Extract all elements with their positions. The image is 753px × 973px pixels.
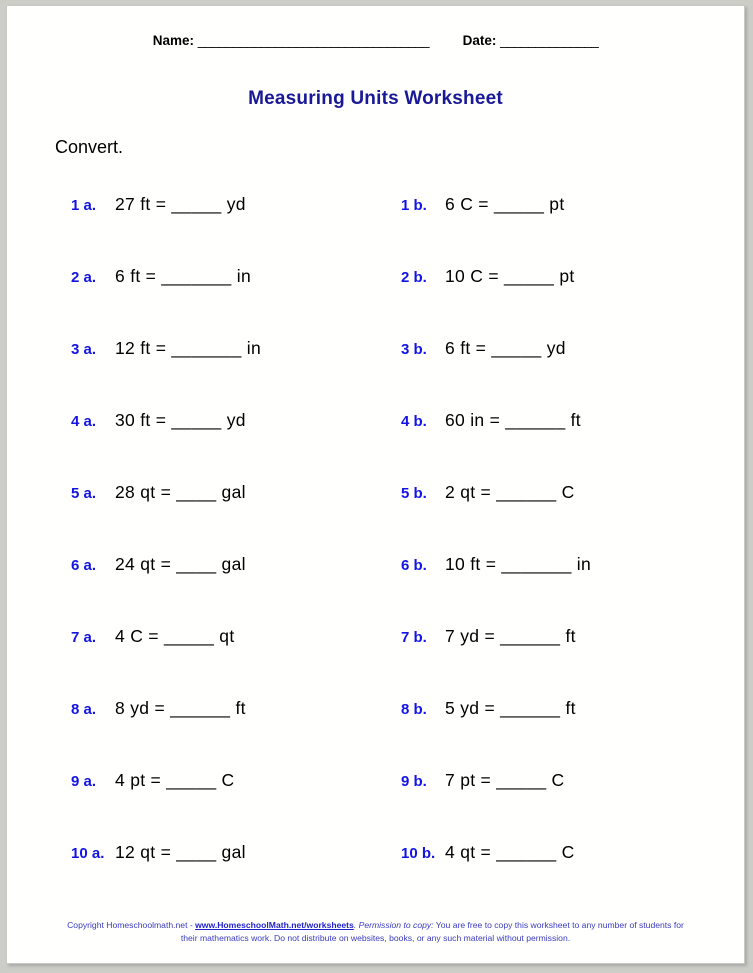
problem-label: 9 b. — [401, 773, 427, 790]
problem-label: 6 b. — [401, 557, 427, 574]
problem-row: 7 a. 4 C = _____ qt 7 b. 7 yd = ______ f… — [7, 626, 744, 698]
problem-text[interactable]: 10 C = _____ pt — [445, 266, 575, 287]
problem-label: 9 a. — [71, 773, 97, 790]
problem-label: 2 a. — [71, 269, 97, 286]
instruction-text: Convert. — [55, 137, 124, 157]
problem-text[interactable]: 6 ft = _____ yd — [445, 338, 566, 359]
problem-10a: 10 a. 12 qt = ____ gal — [71, 842, 401, 863]
problem-text[interactable]: 7 yd = ______ ft — [445, 626, 576, 647]
problem-label: 7 a. — [71, 629, 97, 646]
problem-label: 1 a. — [71, 197, 97, 214]
problem-row: 3 a. 12 ft = _______ in 3 b. 6 ft = ____… — [7, 338, 744, 410]
problem-2a: 2 a. 6 ft = _______ in — [71, 266, 401, 287]
problem-row: 6 a. 24 qt = ____ gal 6 b. 10 ft = _____… — [7, 554, 744, 626]
problem-8a: 8 a. 8 yd = ______ ft — [71, 698, 401, 719]
problem-text[interactable]: 6 C = _____ pt — [445, 194, 565, 215]
permission-label: . Permission to copy: — [353, 920, 434, 931]
problem-2b: 2 b. 10 C = _____ pt — [401, 266, 731, 287]
problem-row: 2 a. 6 ft = _______ in 2 b. 10 C = _____… — [7, 266, 744, 338]
problem-row: 8 a. 8 yd = ______ ft 8 b. 5 yd = ______… — [7, 698, 744, 770]
problem-text[interactable]: 27 ft = _____ yd — [115, 194, 246, 215]
problem-10b: 10 b. 4 qt = ______ C — [401, 842, 731, 863]
problem-9b: 9 b. 7 pt = _____ C — [401, 770, 731, 791]
name-date-row: Name: _________________________________ … — [7, 33, 744, 48]
problem-1a: 1 a. 27 ft = _____ yd — [71, 194, 401, 215]
problem-7b: 7 b. 7 yd = ______ ft — [401, 626, 731, 647]
problem-text[interactable]: 10 ft = _______ in — [445, 554, 591, 575]
name-label: Name: — [152, 33, 195, 48]
problem-text[interactable]: 24 qt = ____ gal — [115, 554, 246, 575]
footer-copyright: Copyright Homeschoolmath.net - www.Homes… — [7, 919, 744, 945]
problem-row: 4 a. 30 ft = _____ yd 4 b. 60 in = _____… — [7, 410, 744, 482]
worksheet-page: Name: _________________________________ … — [6, 5, 745, 964]
date-label: Date: — [462, 33, 497, 48]
problem-label: 3 b. — [401, 341, 427, 358]
problem-row: 10 a. 12 qt = ____ gal 10 b. 4 qt = ____… — [7, 842, 744, 914]
problem-grid: 1 a. 27 ft = _____ yd 1 b. 6 C = _____ p… — [7, 194, 744, 914]
problem-label: 8 a. — [71, 701, 97, 718]
problem-text[interactable]: 4 C = _____ qt — [115, 626, 235, 647]
problem-label: 8 b. — [401, 701, 427, 718]
problem-6a: 6 a. 24 qt = ____ gal — [71, 554, 401, 575]
problem-label: 7 b. — [401, 629, 427, 646]
problem-6b: 6 b. 10 ft = _______ in — [401, 554, 731, 575]
copyright-text: Copyright Homeschoolmath.net - — [67, 920, 196, 931]
problem-text[interactable]: 12 ft = _______ in — [115, 338, 261, 359]
problem-label: 4 b. — [401, 413, 427, 430]
problem-text[interactable]: 4 pt = _____ C — [115, 770, 235, 791]
problem-label: 3 a. — [71, 341, 97, 358]
problem-row: 9 a. 4 pt = _____ C 9 b. 7 pt = _____ C — [7, 770, 744, 842]
problem-label: 6 a. — [71, 557, 97, 574]
homeschoolmath-link[interactable]: www.HomeschoolMath.net/worksheets — [195, 920, 354, 930]
problem-label: 2 b. — [401, 269, 427, 286]
page-title: Measuring Units Worksheet — [248, 88, 503, 109]
problem-7a: 7 a. 4 C = _____ qt — [71, 626, 401, 647]
problem-4b: 4 b. 60 in = ______ ft — [401, 410, 731, 431]
problem-text[interactable]: 7 pt = _____ C — [445, 770, 565, 791]
problem-label: 5 a. — [71, 485, 97, 502]
problem-9a: 9 a. 4 pt = _____ C — [71, 770, 401, 791]
date-write-line[interactable]: ______________ — [500, 33, 599, 48]
problem-row: 5 a. 28 qt = ____ gal 5 b. 2 qt = ______… — [7, 482, 744, 554]
problem-1b: 1 b. 6 C = _____ pt — [401, 194, 731, 215]
problem-3b: 3 b. 6 ft = _____ yd — [401, 338, 731, 359]
problem-label: 5 b. — [401, 485, 427, 502]
problem-text[interactable]: 12 qt = ____ gal — [115, 842, 246, 863]
problem-3a: 3 a. 12 ft = _______ in — [71, 338, 401, 359]
name-write-line[interactable]: _________________________________ — [198, 33, 430, 48]
problem-label: 1 b. — [401, 197, 427, 214]
problem-text[interactable]: 30 ft = _____ yd — [115, 410, 246, 431]
problem-5b: 5 b. 2 qt = ______ C — [401, 482, 731, 503]
problem-text[interactable]: 6 ft = _______ in — [115, 266, 251, 287]
problem-text[interactable]: 8 yd = ______ ft — [115, 698, 246, 719]
problem-8b: 8 b. 5 yd = ______ ft — [401, 698, 731, 719]
problem-text[interactable]: 5 yd = ______ ft — [445, 698, 576, 719]
problem-label: 4 a. — [71, 413, 97, 430]
problem-text[interactable]: 28 qt = ____ gal — [115, 482, 246, 503]
problem-text[interactable]: 4 qt = ______ C — [445, 842, 575, 863]
problem-text[interactable]: 60 in = ______ ft — [445, 410, 581, 431]
problem-4a: 4 a. 30 ft = _____ yd — [71, 410, 401, 431]
problem-5a: 5 a. 28 qt = ____ gal — [71, 482, 401, 503]
problem-row: 1 a. 27 ft = _____ yd 1 b. 6 C = _____ p… — [7, 194, 744, 266]
problem-label: 10 b. — [401, 845, 436, 862]
problem-label: 10 a. — [71, 845, 105, 862]
problem-text[interactable]: 2 qt = ______ C — [445, 482, 575, 503]
